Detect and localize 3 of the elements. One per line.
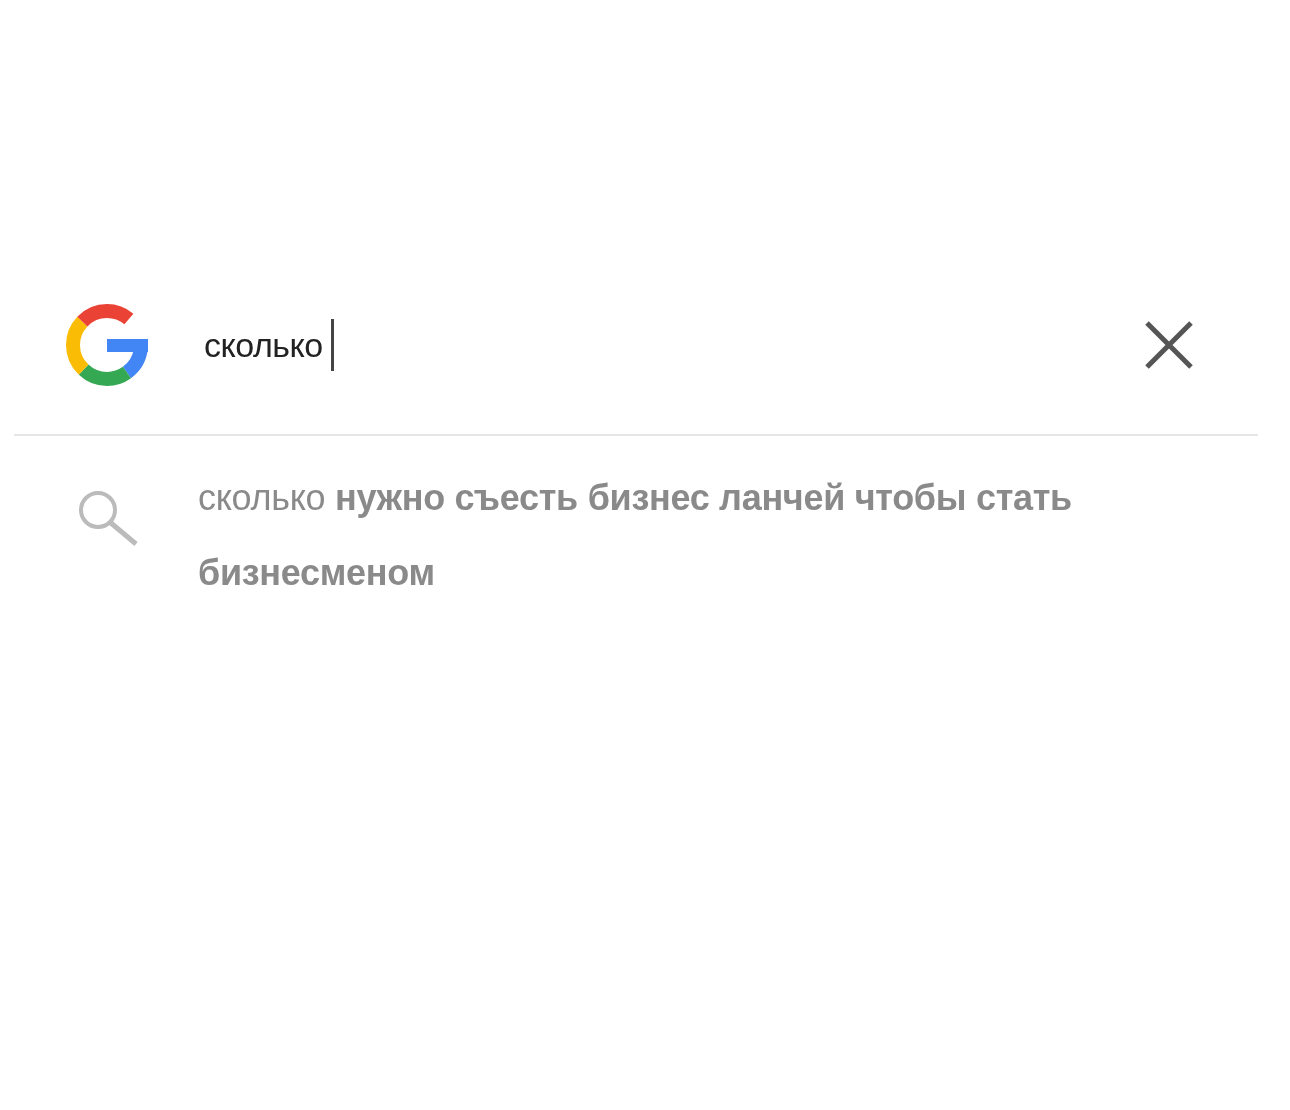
close-button[interactable] — [1143, 319, 1195, 371]
search-field[interactable]: сколько — [204, 325, 323, 365]
search-icon — [76, 488, 140, 546]
